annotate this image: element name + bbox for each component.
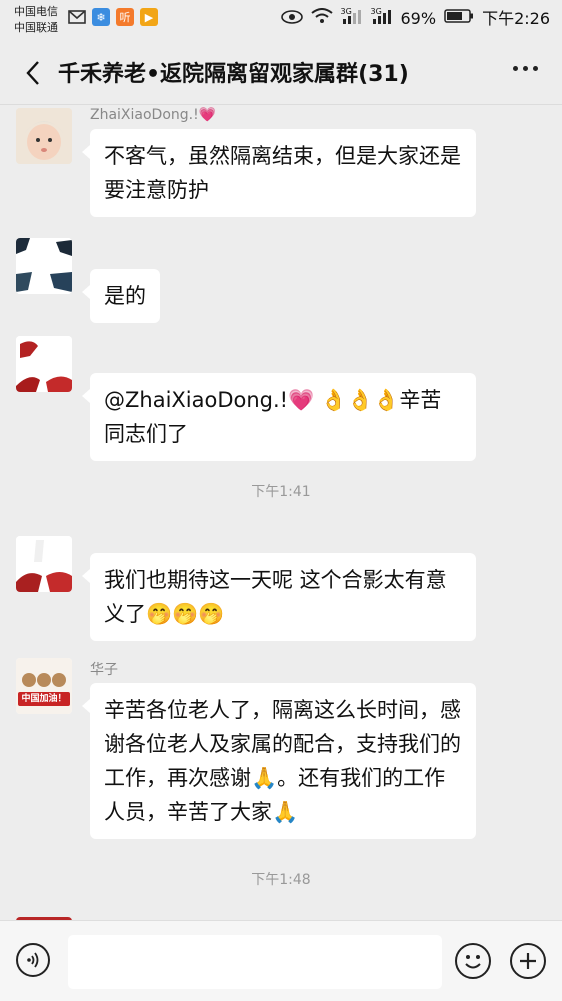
avatar[interactable] — [16, 238, 72, 294]
avatar[interactable] — [16, 108, 72, 164]
battery-icon — [444, 8, 474, 29]
avatar-badge-text: 中国加油！ — [21, 694, 67, 704]
back-button[interactable] — [18, 58, 48, 88]
status-right: 3G 3G 69% 下午2:26 — [280, 7, 550, 29]
network-2-label: 3G — [370, 7, 382, 16]
network-1-label: 3G — [340, 7, 352, 16]
plus-icon — [520, 953, 536, 969]
chat-header: 千禾养老•返院隔离留观家属群(31) — [0, 40, 562, 105]
listen-app-icon: 听 — [116, 8, 134, 26]
chat-title: 千禾养老•返院隔离留观家属群(31) — [58, 62, 409, 87]
video-app-icon: ▶ — [140, 8, 158, 26]
voice-icon — [27, 952, 39, 968]
timestamp: 下午1:41 — [251, 484, 311, 500]
dot-icon — [513, 66, 518, 71]
message-bubble[interactable]: 不客气，虽然隔离结束，但是大家还是要注意防护 — [82, 129, 476, 217]
message-input[interactable] — [68, 935, 442, 989]
eye-icon — [280, 9, 303, 29]
voice-input-button[interactable] — [16, 943, 50, 977]
emoji-icon — [465, 955, 481, 969]
dot-icon — [523, 66, 528, 71]
message-bubble[interactable]: 辛苦各位老人了，隔离这么长时间，感谢各位老人及家属的配合，支持我们的工作，再次感… — [82, 683, 476, 839]
mail-icon — [68, 8, 86, 26]
message-bubble[interactable]: 我们也期待这一天呢 这个合影太有意义了🤭🤭🤭 — [82, 553, 476, 641]
carrier-info: 中国电信 中国联通 — [14, 4, 58, 36]
chevron-left-icon — [26, 61, 39, 85]
carrier-1: 中国电信 — [14, 5, 58, 18]
message-bubble[interactable]: 是的 — [82, 269, 160, 323]
sender-name: 华子 — [90, 662, 118, 678]
app-notification-icon: ❄ — [92, 8, 110, 26]
dot-icon — [533, 66, 538, 71]
avatar[interactable]: 中国加油！ — [16, 658, 72, 714]
battery-percent: 69% — [400, 8, 437, 28]
more-functions-button[interactable] — [510, 943, 546, 979]
chat-messages[interactable]: ZhaiXiaoDong.!💗 不客气，虽然隔离结束，但是大家还是要注意防护 是… — [0, 105, 562, 920]
emoji-button[interactable] — [455, 943, 491, 979]
clock: 下午2:26 — [482, 8, 550, 28]
carrier-2: 中国联通 — [14, 21, 58, 34]
avatar[interactable] — [16, 536, 72, 592]
signal-2-icon: 3G — [371, 7, 393, 29]
wifi-icon — [310, 8, 333, 29]
signal-1-icon: 3G — [341, 7, 363, 29]
notification-icons: ❄ 听 ▶ — [68, 8, 158, 26]
status-bar: 中国电信 中国联通 ❄ 听 ▶ 3G 3G 69% 下午2:26 — [0, 0, 562, 40]
more-options-button[interactable] — [513, 66, 538, 71]
avatar[interactable] — [16, 336, 72, 392]
sender-name: ZhaiXiaoDong.!💗 — [90, 107, 217, 123]
timestamp: 下午1:48 — [251, 872, 311, 888]
input-bar — [0, 920, 562, 1001]
message-bubble[interactable]: @ZhaiXiaoDong.!💗 👌👌👌辛苦同志们了 — [82, 373, 476, 461]
